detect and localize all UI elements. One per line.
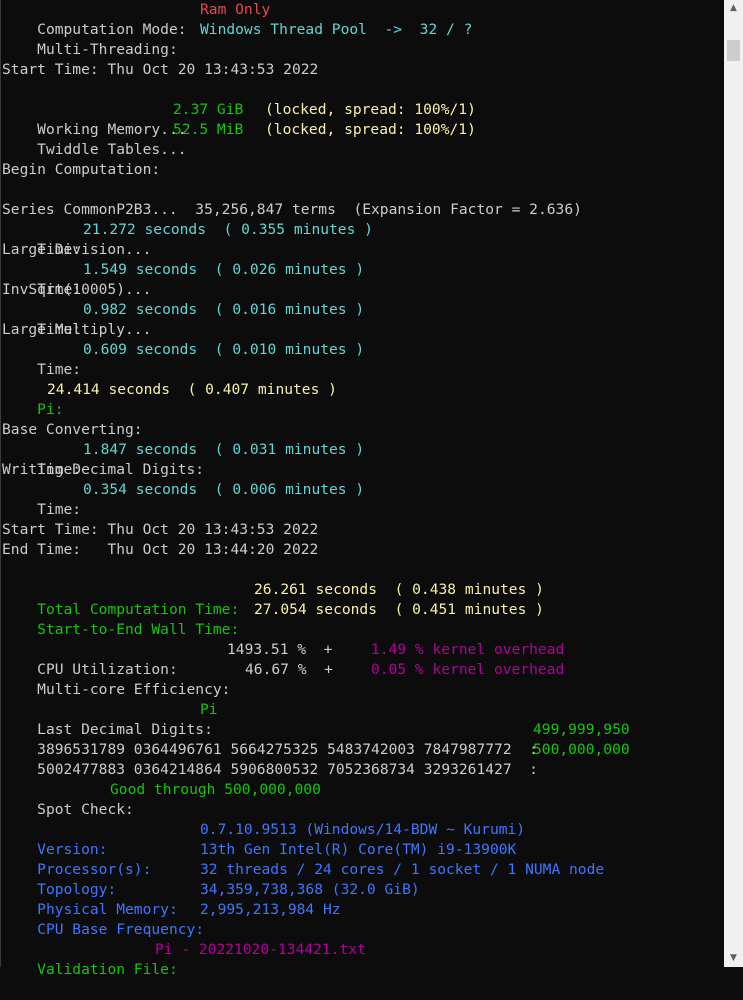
last-digits-line: Last Decimal Digits: Pi <box>1 700 725 738</box>
twiddle-note: (locked, spread: 100%/1) <box>265 121 476 138</box>
last-digits-constant: Pi <box>200 701 218 718</box>
physical-memory-value: 34,359,738,368 (32.0 GiB) <box>200 881 420 898</box>
spot-check-line: Spot Check: Good through 500,000,000 <box>1 780 725 818</box>
base-time: 1.847 seconds ( 0.031 minutes ) <box>83 441 365 458</box>
cpu-util-value: 1493.51 % + <box>227 641 333 658</box>
series-time: 21.272 seconds ( 0.355 minutes ) <box>83 221 373 238</box>
physical-memory-line: Physical Memory: 34,359,738,368 (32.0 GiB… <box>1 880 725 918</box>
cpu-frequency-value: 2,995,213,984 Hz <box>200 901 341 918</box>
pi-value: 24.414 seconds ( 0.407 minutes ) <box>47 381 337 398</box>
writing-time: 0.354 seconds ( 0.006 minutes ) <box>83 481 365 498</box>
twiddle-tables-line: Twiddle Tables... 52.5 MiB (locked, spread… <box>1 120 725 158</box>
writing-digits-line: Writing Decimal Digits: <box>2 461 205 478</box>
topology-line: Topology: 32 threads / 24 cores / 1 socke… <box>1 860 725 898</box>
threading-line: Multi-Threading: Windows Thread Pool -> 3… <box>1 20 725 58</box>
base-converting-line: Base Converting: <box>2 421 143 438</box>
invsqrt-time: 0.982 seconds ( 0.016 minutes ) <box>83 301 365 318</box>
cpu-utilization-line: CPU Utilization: 1493.51 % +1.49 % kernel… <box>1 640 725 678</box>
version-line: Version: 0.7.10.9513 (Windows/14-BDW ~ Ku… <box>1 820 725 858</box>
efficiency-kernel: 0.05 % kernel overhead <box>371 661 565 678</box>
digits-row-1: 3896531789 0364496761 5664275325 5483742… <box>1 720 725 758</box>
start-time-summary: Start Time: Thu Oct 20 13:43:53 2022 <box>2 521 319 538</box>
scroll-up-icon[interactable]: ▲ <box>724 0 743 17</box>
spot-check-value: Good through 500,000,000 <box>110 781 321 798</box>
computation-mode-line: Computation Mode: Ram Only <box>1 0 725 38</box>
begin-computation: Begin Computation: <box>2 161 161 178</box>
total-time-line: Total Computation Time: 26.261 seconds ( … <box>1 580 725 618</box>
multiply-line: Large Multiply... <box>2 321 152 338</box>
console-output[interactable]: Computation Mode: Ram Only Multi-Threadin… <box>0 0 725 978</box>
total-time-value: 26.261 seconds ( 0.438 minutes ) <box>254 581 544 598</box>
digits-row-1-index: 499,999,950 <box>533 721 630 738</box>
division-time: 1.549 seconds ( 0.026 minutes ) <box>83 261 365 278</box>
digits-row-2: 5002477883 0364214864 5906800532 7052368… <box>1 740 725 778</box>
series-line: Series CommonP2B3... 35,256,847 terms (E… <box>2 201 582 218</box>
end-time-summary: End Time: Thu Oct 20 13:44:20 2022 <box>2 541 319 558</box>
validation-label: Validation File: <box>37 961 178 978</box>
version-value: 0.7.10.9513 (Windows/14-BDW ~ Kurumi) <box>200 821 526 838</box>
processor-line: Processor(s): 13th Gen Intel(R) Core(TM) … <box>1 840 725 878</box>
mode-value: Ram Only <box>200 1 271 18</box>
processor-value: 13th Gen Intel(R) Core(TM) i9-13900K <box>200 841 517 858</box>
scrollbar-thumb[interactable] <box>727 40 740 61</box>
invsqrt-time-line: Time: 0.982 seconds ( 0.016 minutes ) <box>1 300 725 338</box>
pi-line: Pi: 24.414 seconds ( 0.407 minutes ) <box>1 380 725 418</box>
working-memory-line: Working Memory... 2.37 GiB (locked, spread… <box>1 100 725 138</box>
series-time-line: Time: 21.272 seconds ( 0.355 minutes ) <box>1 220 725 258</box>
writing-time-line: Time: 0.354 seconds ( 0.006 minutes ) <box>1 480 725 518</box>
efficiency-line: Multi-core Efficiency: 46.67 % +0.05 % ke… <box>1 660 725 698</box>
wall-time-value: 27.054 seconds ( 0.451 minutes ) <box>254 601 544 618</box>
multiply-time: 0.609 seconds ( 0.010 minutes ) <box>83 341 365 358</box>
scroll-down-icon[interactable]: ▼ <box>724 950 743 967</box>
vertical-scrollbar[interactable]: ▲ ▼ <box>724 0 743 967</box>
division-line: Large Division... <box>2 241 152 258</box>
digits-row-2-index: 500,000,000 <box>533 741 630 758</box>
validation-file-name: Pi - 20221020-134421.txt <box>155 941 366 958</box>
working-memory-value: 2.37 GiB <box>173 101 244 118</box>
division-time-line: Time: 1.549 seconds ( 0.026 minutes ) <box>1 260 725 298</box>
efficiency-value: 46.67 % + <box>245 661 333 678</box>
twiddle-value: 52.5 MiB <box>173 121 244 138</box>
multiply-time-line: Time: 0.609 seconds ( 0.010 minutes ) <box>1 340 725 378</box>
start-time-line: Start Time: Thu Oct 20 13:43:53 2022 <box>2 61 319 78</box>
working-memory-note: (locked, spread: 100%/1) <box>265 101 476 118</box>
cpu-frequency-line: CPU Base Frequency: 2,995,213,984 Hz <box>1 900 725 938</box>
wall-time-line: Start-to-End Wall Time: 27.054 seconds ( … <box>1 600 725 638</box>
cpu-util-kernel: 1.49 % kernel overhead <box>371 641 565 658</box>
validation-file-line: Validation File: Pi - 20221020-134421.txt <box>1 940 725 978</box>
invsqrt-line: InvSqrt(10005)... <box>2 281 152 298</box>
threading-value: Windows Thread Pool -> 32 / ? <box>200 21 473 38</box>
base-time-line: Time: 1.847 seconds ( 0.031 minutes ) <box>1 440 725 478</box>
topology-value: 32 threads / 24 cores / 1 socket / 1 NUM… <box>200 861 605 878</box>
